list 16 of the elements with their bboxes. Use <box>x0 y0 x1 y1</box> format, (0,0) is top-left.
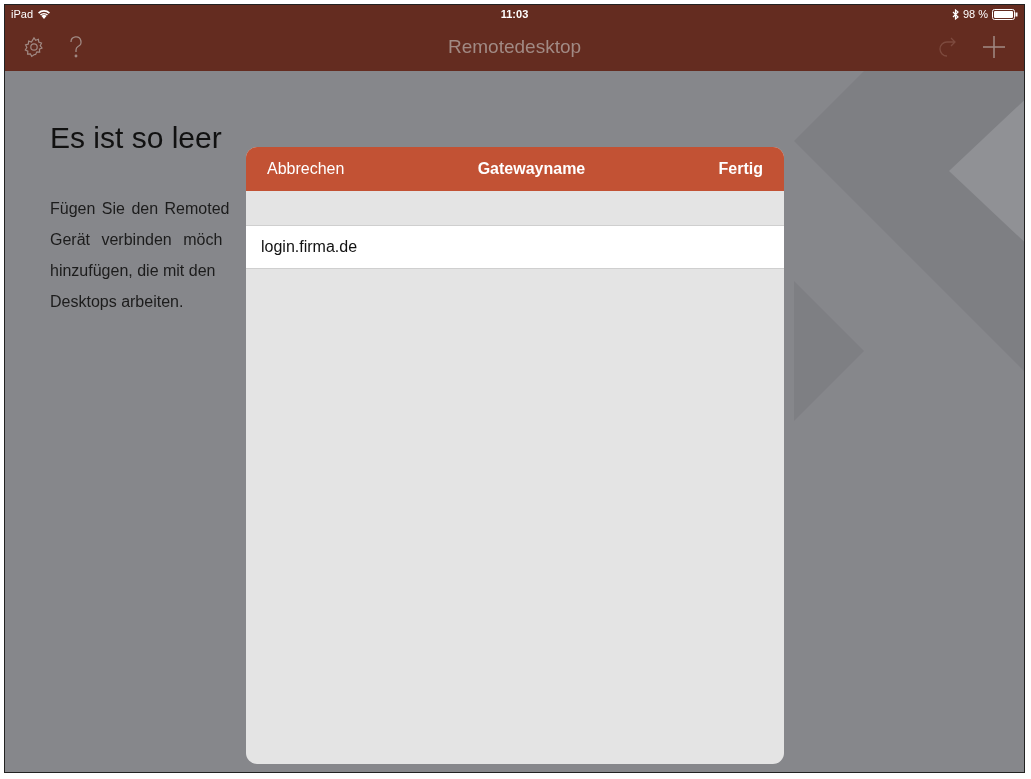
dialog-title: Gatewayname <box>477 160 586 178</box>
bluetooth-icon <box>951 8 959 20</box>
empty-state-heading: Es ist so leer <box>50 121 223 155</box>
done-button[interactable]: Fertig <box>718 160 763 178</box>
cancel-button[interactable]: Abbrechen <box>267 160 345 178</box>
device-name: iPad <box>11 8 34 20</box>
battery-icon <box>992 8 1018 20</box>
clock-time: 11:03 <box>500 8 529 20</box>
wifi-icon <box>37 9 52 19</box>
nav-title: Remotedesktop <box>447 36 582 58</box>
battery-percent: 98 % <box>962 8 988 20</box>
empty-state-text: Desktops arbeiten. <box>50 292 184 312</box>
empty-state-text: Gerät verbinden möch <box>50 230 223 250</box>
empty-state-text: hinzufügen, die mit den <box>50 261 216 281</box>
gateway-name-field[interactable]: login.firma.de <box>246 225 784 269</box>
empty-state-text: Fügen Sie den Remoted <box>50 199 230 219</box>
